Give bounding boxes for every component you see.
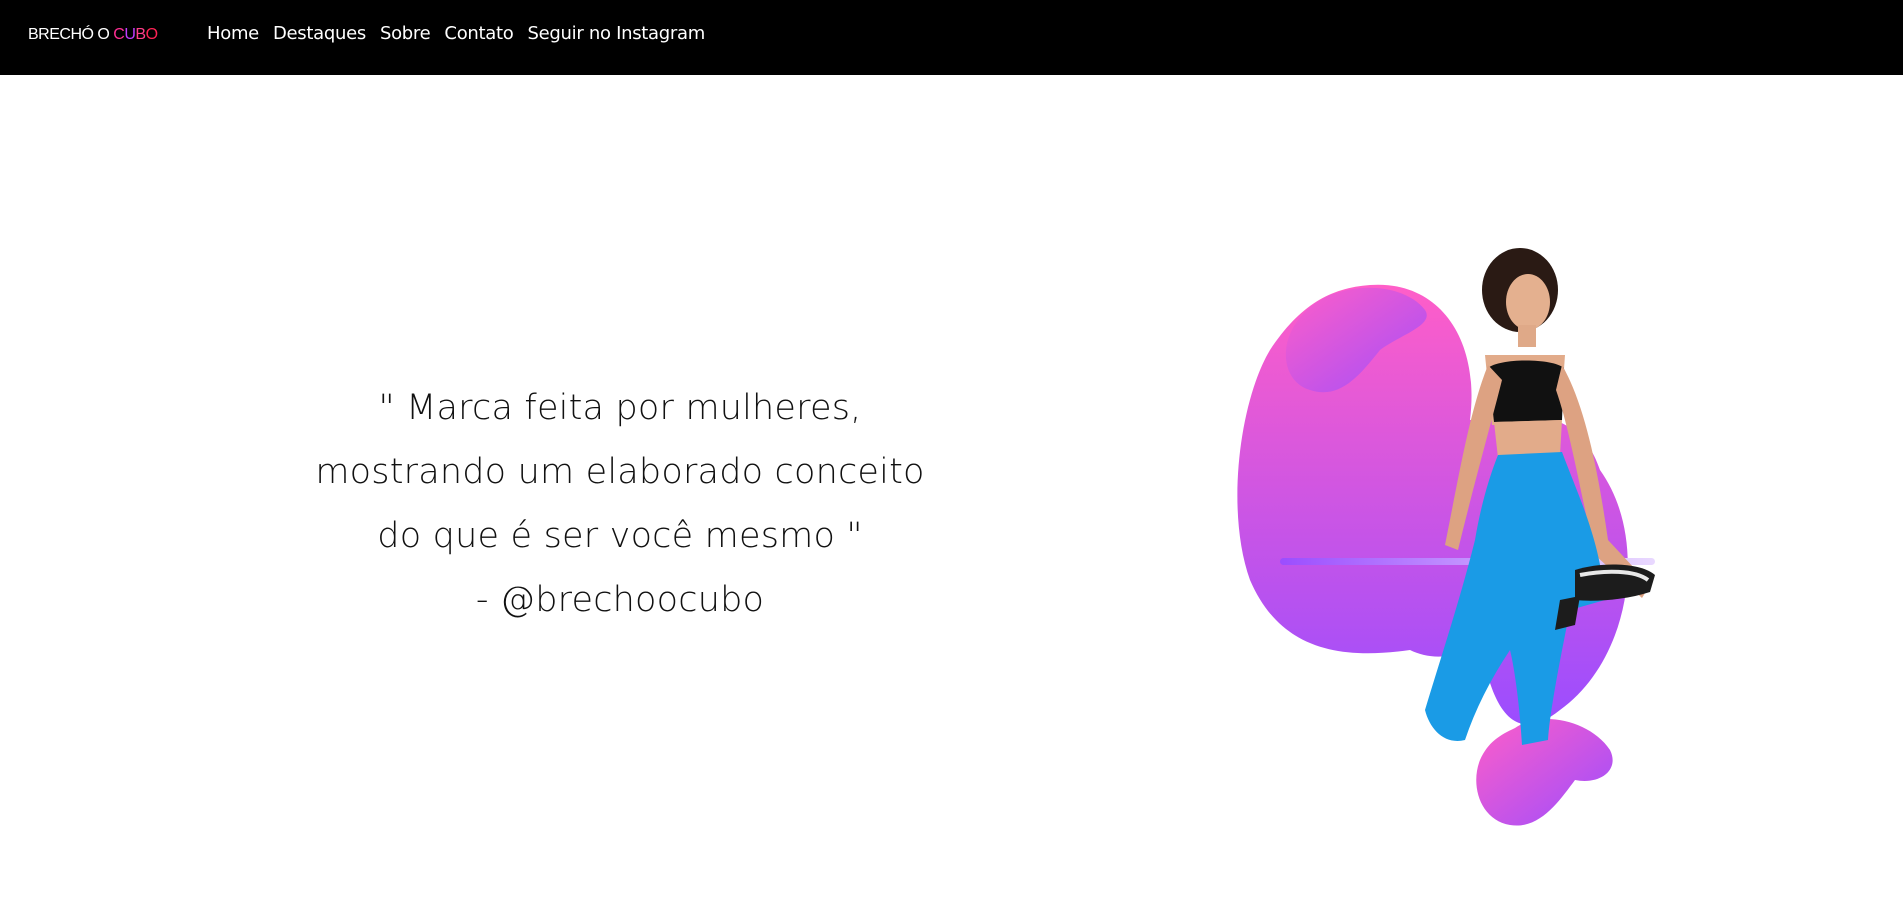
hero-quote: " Marca feita por mulheres, mostrando um… bbox=[300, 376, 940, 632]
nav-instagram[interactable]: Seguir no Instagram bbox=[527, 23, 705, 44]
nav-contato[interactable]: Contato bbox=[444, 23, 513, 44]
woman-posing-illustration-icon bbox=[1237, 248, 1655, 826]
top-navbar: BRECHÓ O CUBO Home Destaques Sobre Conta… bbox=[0, 0, 1903, 75]
quote-line-1: " Marca feita por mulheres, bbox=[378, 388, 862, 428]
figure-top bbox=[1488, 360, 1564, 422]
nav-destaques[interactable]: Destaques bbox=[273, 23, 366, 44]
brand-prefix: BRECHÓ O bbox=[28, 26, 114, 43]
nav-home[interactable]: Home bbox=[207, 23, 259, 44]
brand-letter-c: C bbox=[113, 26, 125, 43]
quote-attribution: - @brechoocubo bbox=[475, 580, 765, 620]
main-nav: Home Destaques Sobre Contato Seguir no I… bbox=[207, 23, 705, 44]
brand-letter-u: U bbox=[124, 26, 136, 43]
brand-letter-b: B bbox=[135, 26, 146, 43]
nav-sobre[interactable]: Sobre bbox=[380, 23, 431, 44]
quote-line-3: do que é ser você mesmo " bbox=[377, 516, 863, 556]
figure-face bbox=[1506, 274, 1550, 330]
brand-letter-o: O bbox=[145, 26, 158, 43]
brand-logo[interactable]: BRECHÓ O CUBO bbox=[28, 26, 158, 44]
quote-line-2: mostrando um elaborado conceito bbox=[315, 452, 925, 492]
